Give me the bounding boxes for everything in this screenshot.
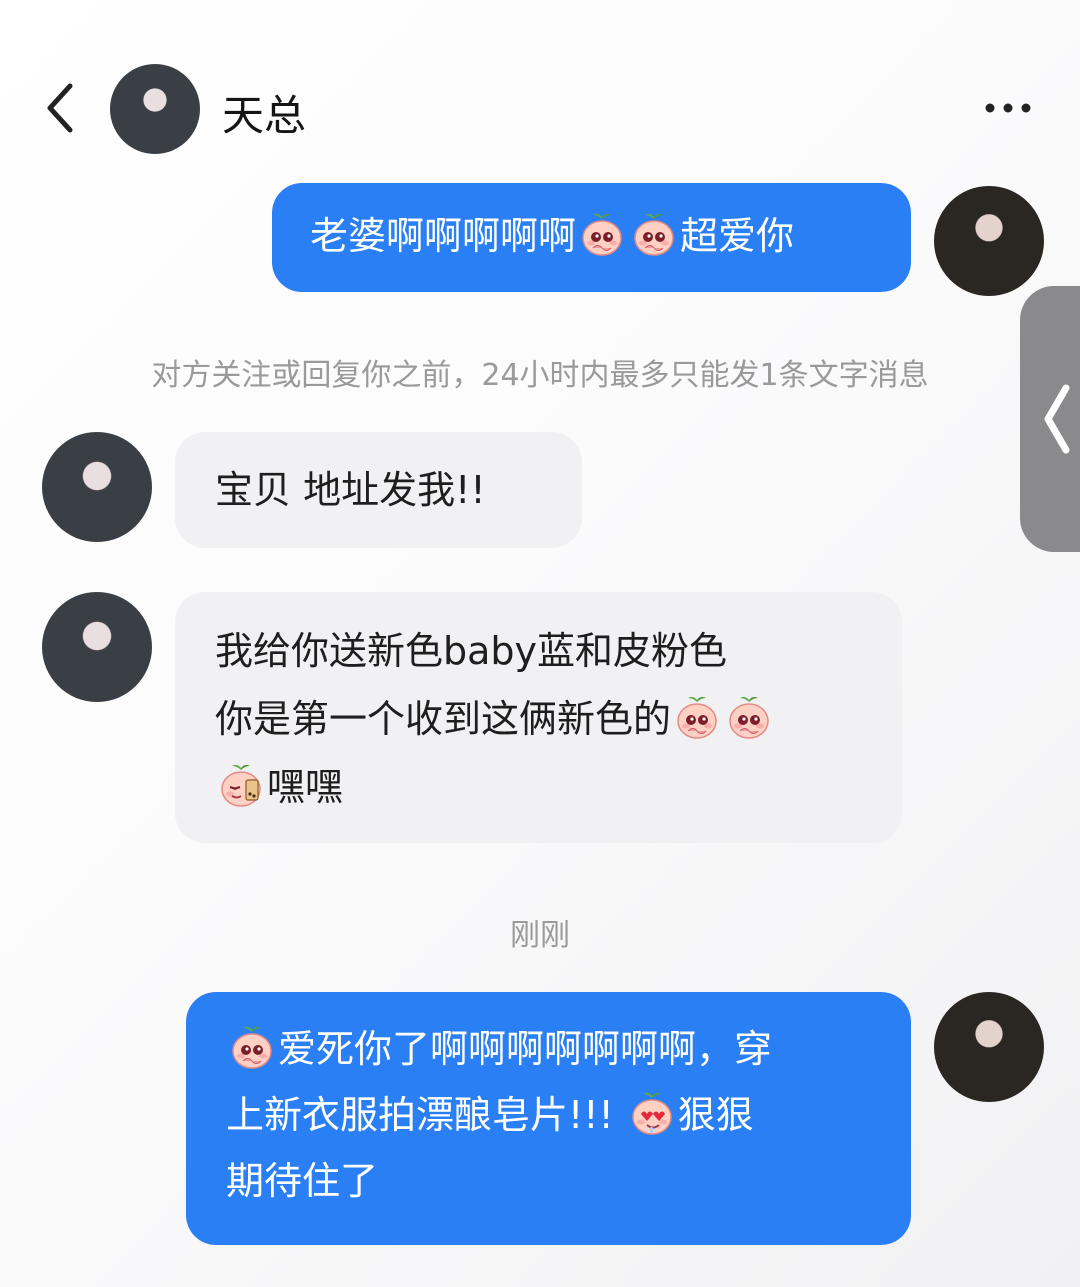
- message-text: 上新衣服拍漂酿皂片!!!: [226, 1093, 626, 1137]
- more-options-icon[interactable]: [982, 98, 1034, 118]
- message-line: 上新衣服拍漂酿皂片!!! 狠狠: [226, 1082, 911, 1148]
- message-timestamp: 刚刚: [510, 918, 570, 953]
- chevron-left-icon: [1042, 384, 1072, 458]
- message-bubble-sent[interactable]: 老婆啊啊啊啊啊 超爱你: [272, 183, 911, 292]
- message-text: 宝贝 地址发我!!: [215, 468, 486, 512]
- message-text: 老婆啊啊啊啊啊: [310, 214, 577, 258]
- peach-heart-eyes-emoji-icon: [629, 1090, 675, 1136]
- message-text: 我给你送新色baby蓝和皮粉色: [215, 629, 728, 673]
- message-text: 爱死你了啊啊啊啊啊啊啊，穿: [278, 1027, 773, 1071]
- message-text: 狠狠: [677, 1093, 754, 1137]
- message-limit-notice: 对方关注或回复你之前，24小时内最多只能发1条文字消息: [151, 358, 929, 393]
- contact-avatar[interactable]: [42, 592, 152, 702]
- message-line: 你是第一个收到这俩新色的: [215, 685, 902, 753]
- message-text: 期待住了: [226, 1159, 379, 1203]
- message-line: 老婆啊啊啊啊啊 超爱你: [310, 205, 911, 267]
- peach-pleading-emoji-icon: [229, 1024, 275, 1070]
- message-line: 嘿嘿: [215, 753, 902, 821]
- peach-milktea-emoji-icon: [218, 761, 264, 807]
- message-line: 爱死你了啊啊啊啊啊啊啊，穿: [226, 1016, 911, 1082]
- back-chevron-icon[interactable]: [42, 80, 82, 136]
- contact-avatar[interactable]: [42, 432, 152, 542]
- contact-name[interactable]: 天总: [222, 82, 306, 143]
- peach-pleading-emoji-icon: [674, 693, 720, 739]
- message-text: 超爱你: [680, 214, 795, 258]
- message-bubble-sent[interactable]: 爱死你了啊啊啊啊啊啊啊，穿 上新衣服拍漂酿皂片!!! 狠狠 期待住了: [186, 992, 911, 1245]
- contact-avatar[interactable]: [110, 64, 200, 154]
- side-panel-handle[interactable]: [1020, 286, 1080, 552]
- message-text: 你是第一个收到这俩新色的: [215, 697, 672, 741]
- message-line: 我给你送新色baby蓝和皮粉色: [215, 617, 902, 685]
- message-bubble-received[interactable]: 宝贝 地址发我!!: [175, 432, 582, 548]
- my-avatar[interactable]: [934, 992, 1044, 1102]
- message-text: 嘿嘿: [267, 765, 344, 809]
- message-line: 期待住了: [226, 1148, 911, 1214]
- peach-pleading-emoji-icon: [726, 693, 772, 739]
- my-avatar[interactable]: [934, 186, 1044, 296]
- message-bubble-received[interactable]: 我给你送新色baby蓝和皮粉色 你是第一个收到这俩新色的 嘿嘿: [175, 592, 902, 843]
- peach-pleading-emoji-icon: [631, 211, 677, 257]
- peach-pleading-emoji-icon: [579, 211, 625, 257]
- message-line: 宝贝 地址发我!!: [215, 459, 582, 521]
